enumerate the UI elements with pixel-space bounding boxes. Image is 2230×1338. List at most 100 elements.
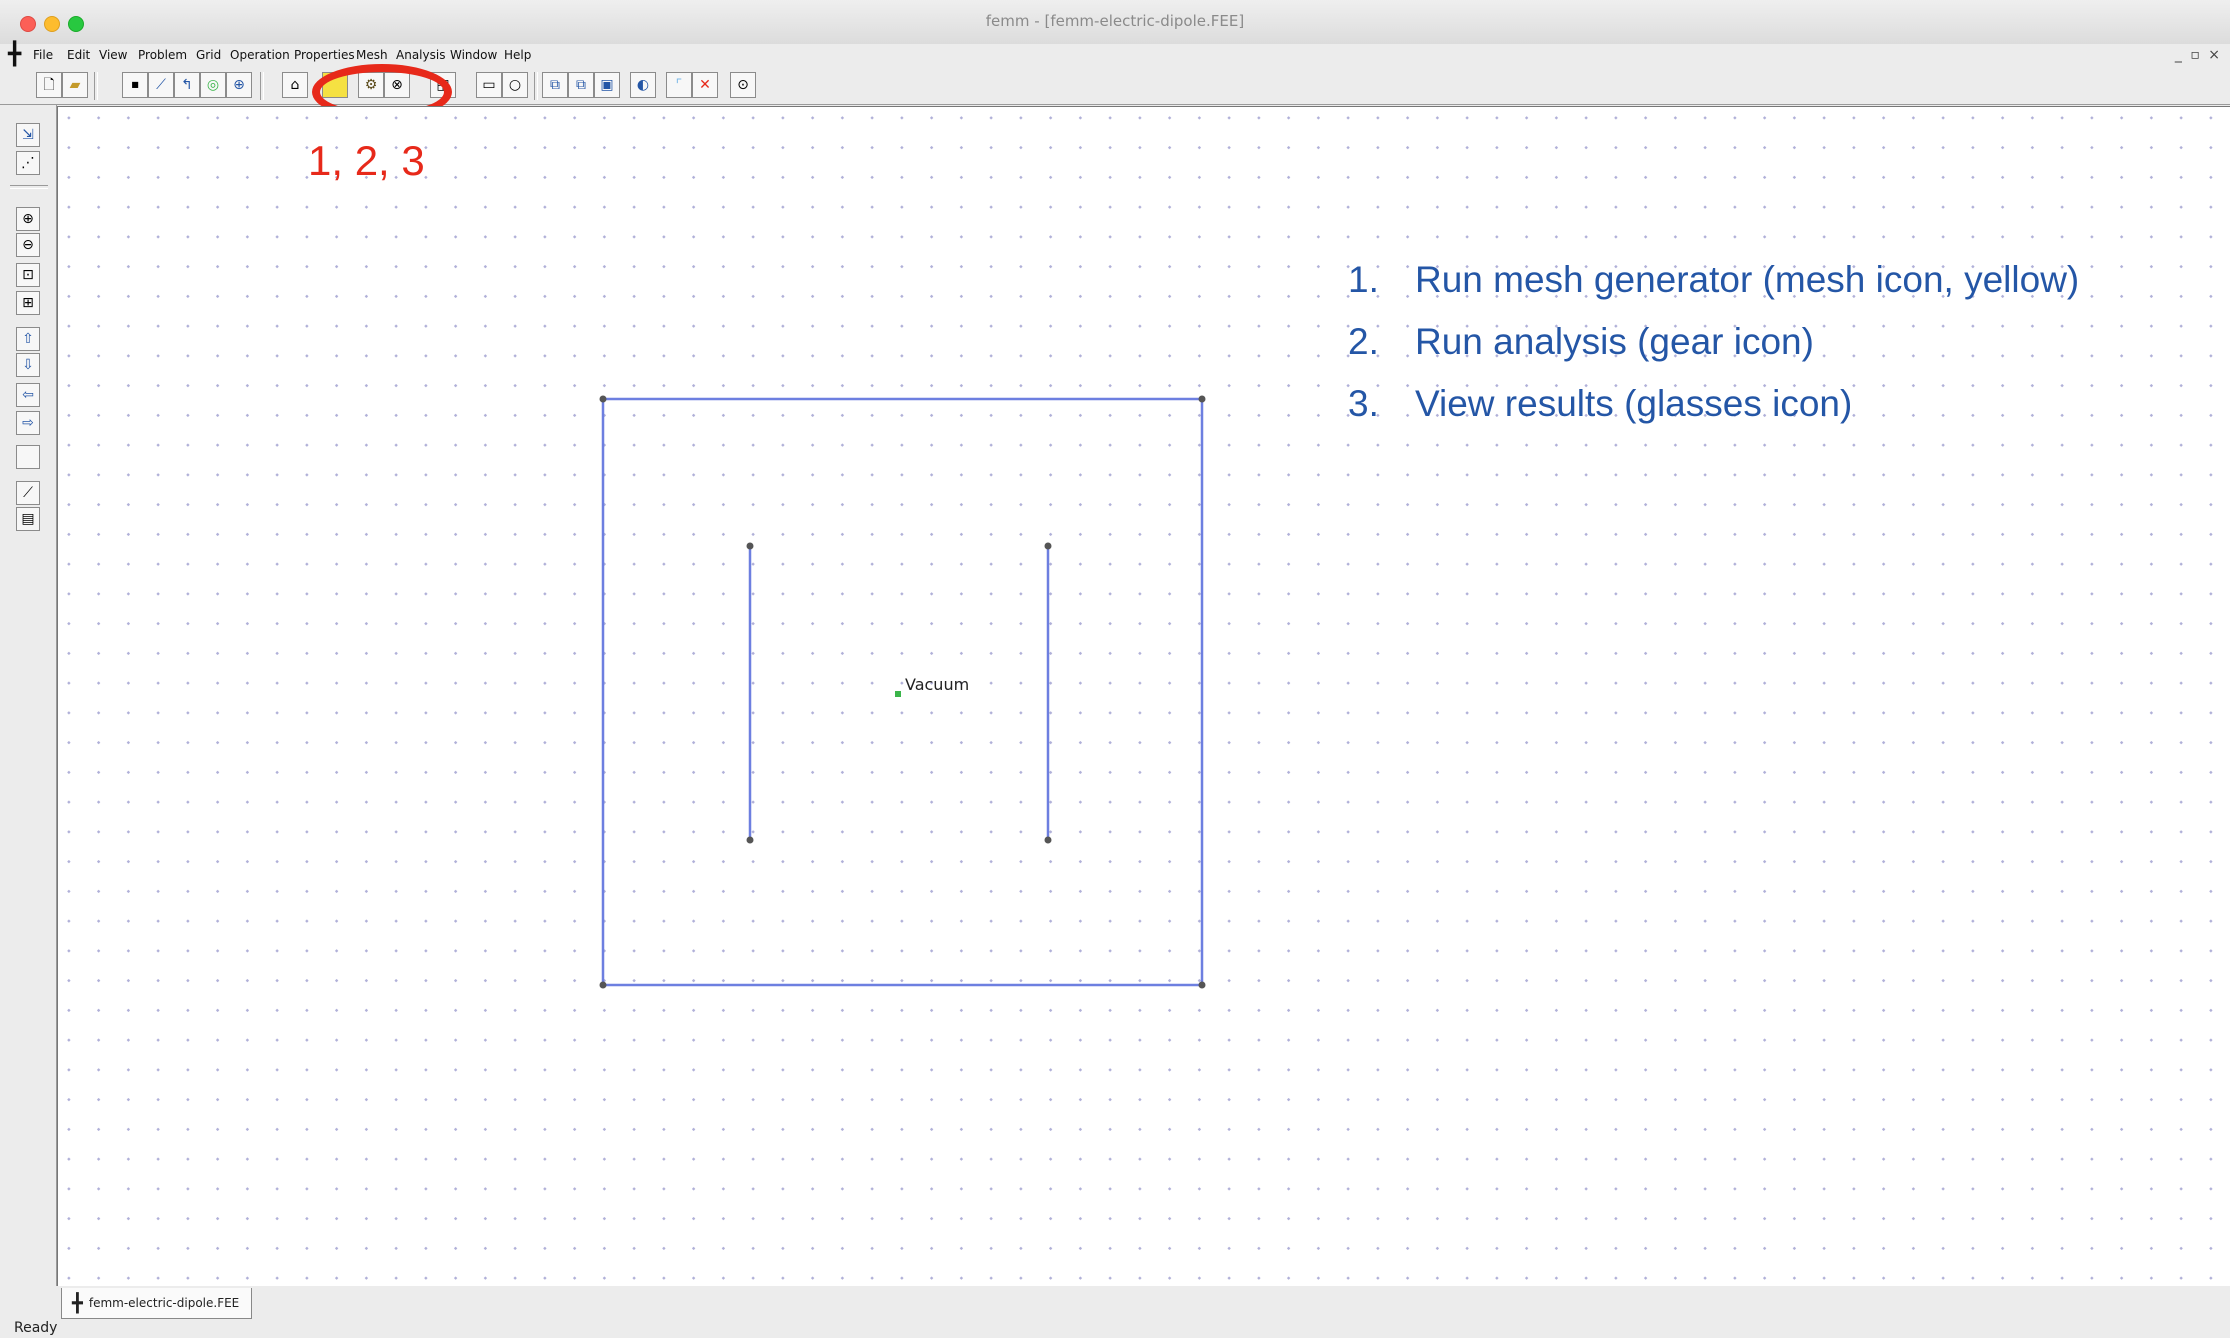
mirror-button[interactable]: ⧉ — [568, 72, 594, 98]
node[interactable] — [1198, 395, 1206, 403]
node[interactable] — [746, 836, 754, 844]
zoom-window-button[interactable]: ⊞ — [16, 291, 40, 315]
node[interactable] — [1044, 542, 1052, 550]
outer-boundary — [601, 397, 1204, 987]
measure-button[interactable]: ⟋ — [16, 481, 40, 505]
blank-icon — [17, 446, 39, 468]
open-boundary-button[interactable]: ⌜ — [666, 72, 692, 98]
mirror-icon: ⧉ — [576, 77, 586, 93]
node[interactable] — [599, 395, 607, 403]
status-area: ╋ femm-electric-dipole.FEE Ready — [0, 1286, 2230, 1338]
menu-operation[interactable]: Operation — [230, 48, 290, 62]
new-file-icon: 🗋 — [43, 77, 55, 93]
pan-up-button[interactable]: ⇧ — [16, 327, 40, 351]
create-boundary-button[interactable]: ⌂ — [282, 72, 308, 98]
node[interactable] — [1198, 981, 1206, 989]
node-mode-button[interactable]: ■ — [122, 72, 148, 98]
open-folder-icon: ▰ — [69, 77, 81, 93]
scale-button[interactable]: ▣ — [594, 72, 620, 98]
left-toolbar-separator — [10, 185, 48, 189]
pan-down-button[interactable]: ⇩ — [16, 353, 40, 377]
arrow-down-icon: ⇩ — [22, 357, 34, 373]
menu-grid[interactable]: Grid — [196, 48, 221, 62]
menu-properties[interactable]: Properties — [294, 48, 355, 62]
node[interactable] — [599, 981, 607, 989]
rect-select-button[interactable]: ▭ — [476, 72, 502, 98]
drawing-canvas[interactable]: Vacuum 1, 2, 3 1. Run mesh generator (me… — [57, 106, 2230, 1287]
status-text: Ready — [14, 1320, 58, 1336]
group-mode-button[interactable]: ⊕ — [226, 72, 252, 98]
menu-window[interactable]: Window — [450, 48, 497, 62]
node[interactable] — [746, 542, 754, 550]
open-boundary-icon: ⌜ — [675, 77, 683, 93]
scale-icon: ▣ — [600, 77, 614, 93]
zoom-out-icon: ⊖ — [22, 237, 34, 253]
toolbar-separator — [260, 72, 264, 100]
title-bar: femm - [femm-electric-dipole.FEE] — [0, 0, 2230, 45]
zoom-out-button[interactable]: ⊖ — [16, 233, 40, 257]
circle-icon: ○ — [508, 77, 522, 93]
zoom-natural-icon: ⊡ — [22, 267, 34, 283]
menu-bar: ╋ File Edit View Problem Grid Operation … — [0, 44, 2230, 68]
menu-edit[interactable]: Edit — [67, 48, 90, 62]
show-mesh-button[interactable]: ⇲ — [16, 123, 40, 147]
toolbar-separator — [94, 72, 98, 100]
step-number: 2. — [1348, 321, 1379, 362]
app-icon[interactable]: ╋ — [8, 44, 21, 66]
delete-button[interactable]: ✕ — [692, 72, 718, 98]
zoom-natural-button[interactable]: ⊡ — [16, 263, 40, 287]
mdi-window-controls[interactable]: _ ▫ × — [2175, 47, 2222, 63]
copy-button[interactable]: ⧉ — [542, 72, 568, 98]
arc-icon: ↰ — [181, 77, 193, 93]
toolbar-separator — [534, 72, 538, 100]
new-file-button[interactable]: 🗋 — [36, 72, 62, 98]
zoom-in-button[interactable]: ⊕ — [16, 207, 40, 231]
measure-icon: ⟋ — [23, 485, 33, 501]
arc-mode-button[interactable]: ↰ — [174, 72, 200, 98]
block-label-mode-button[interactable]: ◎ — [200, 72, 226, 98]
node-icon: ■ — [131, 80, 139, 89]
pan-right-button[interactable]: ⇨ — [16, 411, 40, 435]
grid-icon: ⋰ — [21, 155, 35, 171]
node[interactable] — [1044, 836, 1052, 844]
settings-button[interactable]: ⊙ — [730, 72, 756, 98]
pan-left-button[interactable]: ⇦ — [16, 383, 40, 407]
document-tab-label: femm-electric-dipole.FEE — [88, 1296, 240, 1310]
open-file-button[interactable]: ▰ — [62, 72, 88, 98]
document-tab[interactable]: ╋ femm-electric-dipole.FEE — [61, 1288, 253, 1319]
step-number: 1. — [1348, 259, 1379, 300]
target-icon: ⊙ — [737, 77, 749, 93]
group-icon: ⊕ — [233, 77, 245, 93]
menu-file[interactable]: File — [33, 48, 53, 62]
arrow-left-icon: ⇦ — [22, 387, 34, 403]
blank-button[interactable] — [16, 445, 40, 469]
step-text: Run mesh generator (mesh icon, yellow) — [1415, 259, 2080, 300]
copy-icon: ⧉ — [550, 77, 560, 93]
toggle-grid-button[interactable]: ⋰ — [16, 151, 40, 175]
delete-icon: ✕ — [699, 77, 711, 93]
show-mesh-icon: ⇲ — [22, 127, 34, 143]
arrow-up-icon: ⇧ — [22, 331, 34, 347]
segment-mode-button[interactable]: ⟋ — [148, 72, 174, 98]
block-label-marker[interactable] — [895, 691, 901, 697]
annotation-label: 1, 2, 3 — [308, 137, 425, 184]
block-label-text: Vacuum — [905, 675, 970, 694]
boundary-icon: ⌂ — [290, 77, 300, 93]
fillet-button[interactable]: ◐ — [630, 72, 656, 98]
menu-mesh[interactable]: Mesh — [356, 48, 388, 62]
menu-help[interactable]: Help — [504, 48, 531, 62]
segment-icon: ⟋ — [156, 77, 166, 93]
circle-select-button[interactable]: ○ — [502, 72, 528, 98]
document-icon: ╋ — [72, 1292, 83, 1314]
step-text: Run analysis (gear icon) — [1415, 321, 1814, 362]
menu-problem[interactable]: Problem — [138, 48, 187, 62]
nodes — [599, 395, 1206, 989]
fillet-icon: ◐ — [636, 77, 650, 93]
rectangle-icon: ▭ — [482, 77, 496, 93]
left-toolbar: ⇲ ⋰ ⊕ ⊖ ⊡ ⊞ ⇧ ⇩ ⇦ ⇨ ⟋ ▤ — [0, 105, 57, 1293]
properties-button[interactable]: ▤ — [16, 507, 40, 531]
menu-view[interactable]: View — [99, 48, 127, 62]
step-text: View results (glasses icon) — [1415, 383, 1853, 424]
menu-analysis[interactable]: Analysis — [396, 48, 445, 62]
arrow-right-icon: ⇨ — [22, 415, 34, 431]
